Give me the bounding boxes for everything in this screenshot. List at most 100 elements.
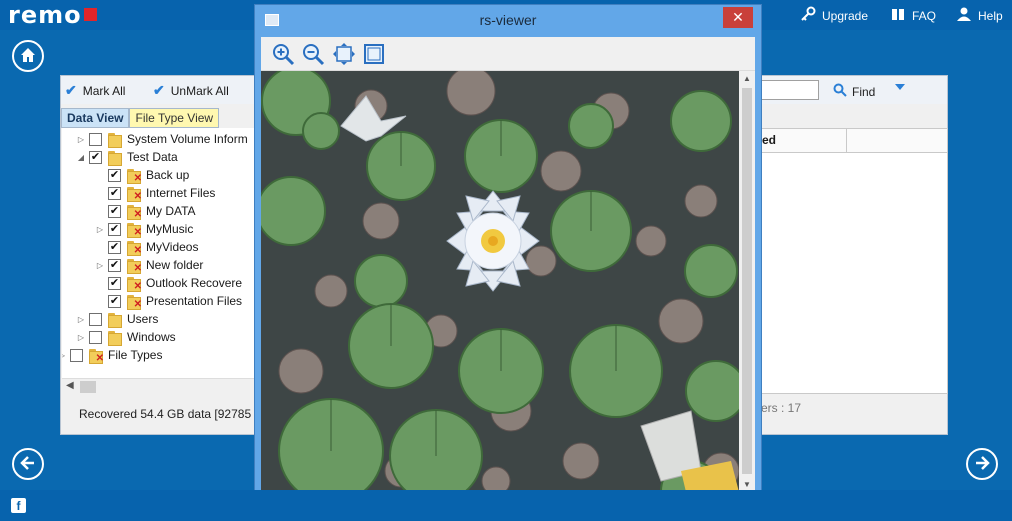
recovered-status: Recovered 54.4 GB data [92785 Fi (79, 407, 265, 421)
tree-horizontal-scrollbar[interactable]: ◀ (62, 378, 254, 394)
tree-checkbox[interactable]: ✔ (108, 204, 121, 218)
deleted-folder-icon: ✕ (125, 168, 142, 184)
tree-checkbox[interactable]: ✔ (108, 294, 121, 308)
tree-item-label: System Volume Inform (127, 132, 248, 146)
help-link[interactable]: Help (956, 6, 1003, 25)
tree-checkbox[interactable]: ✔ (108, 240, 121, 254)
tree-item-label: Presentation Files (146, 294, 243, 308)
tree-item-label: Internet Files (146, 186, 216, 200)
next-button[interactable] (966, 448, 998, 480)
arrow-right-icon (973, 454, 991, 475)
tree-checkbox[interactable]: ✔ (108, 222, 121, 236)
rs-viewer-window: rs-viewer ✕ ▲ ▼ (254, 4, 762, 515)
zoom-out-icon[interactable] (301, 42, 325, 66)
viewer-toolbar (261, 37, 755, 71)
viewer-body: ▲ ▼ ◀ ▶ (261, 37, 755, 510)
deleted-folder-icon: ✕ (125, 294, 142, 310)
upgrade-link[interactable]: Upgrade (800, 6, 868, 25)
tree-item[interactable]: ✔ ✕ My DATA (94, 202, 196, 220)
water-lily-photo (261, 71, 739, 492)
tree-item-label: Test Data (127, 150, 178, 164)
facebook-icon[interactable]: f (11, 498, 26, 513)
back-button[interactable] (12, 448, 44, 480)
tree-item[interactable]: ✔ ✕ Outlook Recovere (94, 274, 242, 292)
tree-checkbox[interactable]: ✔ (108, 168, 121, 182)
home-icon (19, 46, 37, 67)
tree-item-label: Outlook Recovere (146, 276, 243, 290)
tree-item[interactable]: ✔ ✕ Internet Files (94, 184, 215, 202)
search-icon (833, 83, 847, 100)
tree-item-label: Back up (146, 168, 190, 182)
tree-checkbox[interactable]: ✔ (108, 186, 121, 200)
tree-item[interactable]: ✔ ✕ Presentation Files (94, 292, 242, 310)
expand-arrow-icon[interactable]: ▷ (62, 351, 68, 360)
mark-all-button[interactable]: ✔ Mark All (65, 82, 125, 99)
tree-item[interactable]: ▷ ✔ ✕ MyMusic (94, 220, 193, 238)
deleted-folder-icon: ✕ (125, 222, 142, 238)
actual-size-icon[interactable] (362, 42, 386, 66)
viewer-title: rs-viewer (479, 12, 537, 28)
tree-item[interactable]: ✔ ✕ MyVideos (94, 238, 198, 256)
uncheck-icon: ✔ (153, 82, 165, 98)
tree-checkbox[interactable] (70, 348, 83, 362)
viewer-vscroll-thumb[interactable] (742, 88, 752, 474)
deleted-folder-icon: ✕ (125, 240, 142, 256)
scrollbar-thumb[interactable] (80, 381, 96, 393)
viewer-title-bar[interactable]: rs-viewer ✕ (255, 5, 761, 35)
unmark-all-button[interactable]: ✔ UnMark All (153, 82, 229, 99)
tree-item[interactable]: ▷ ✔ ✕ New folder (94, 256, 203, 274)
grid-header: ed (762, 129, 947, 153)
tree-checkbox[interactable]: ✔ (108, 258, 121, 272)
search-input[interactable] (761, 80, 819, 100)
fit-to-window-icon[interactable] (332, 42, 356, 66)
user-icon (956, 6, 972, 25)
collapse-arrow-icon[interactable]: ◢ (75, 153, 87, 162)
expand-arrow-icon[interactable]: ▷ (94, 225, 106, 234)
tree-item-label: Windows (127, 330, 176, 344)
tab-data-view[interactable]: Data View (61, 108, 130, 128)
tree-checkbox[interactable] (89, 132, 102, 146)
scroll-left-arrow-icon[interactable]: ◀ (66, 380, 74, 391)
tree-checkbox[interactable] (89, 312, 102, 326)
tree-checkbox[interactable]: ✔ (108, 276, 121, 290)
deleted-folder-icon: ✕ (125, 276, 142, 292)
deleted-folder-icon: ✕ (125, 186, 142, 202)
home-button[interactable] (12, 40, 44, 72)
close-button[interactable]: ✕ (723, 7, 753, 28)
key-icon (800, 6, 816, 25)
folder-icon (106, 330, 122, 346)
tree-item[interactable]: ▷ Users (75, 310, 158, 328)
viewer-vertical-scrollbar[interactable]: ▲ ▼ (739, 71, 755, 492)
column-header[interactable]: ed (762, 133, 776, 147)
tree-item[interactable]: ◢ ✔ Test Data (75, 148, 178, 166)
tree-item[interactable]: ▷ ✕ File Types (62, 346, 162, 364)
tab-file-type-view[interactable]: File Type View (129, 108, 220, 128)
deleted-folder-icon: ✕ (125, 258, 142, 274)
arrow-left-icon (19, 454, 37, 475)
faq-link[interactable]: FAQ (890, 6, 936, 25)
tree-item[interactable]: ▷ Windows (75, 328, 176, 346)
find-dropdown-arrow-icon[interactable] (895, 84, 905, 90)
expand-arrow-icon[interactable]: ▷ (75, 333, 87, 342)
folder-icon (106, 132, 122, 148)
tree-item-label: My DATA (146, 204, 196, 218)
find-button[interactable]: Find (833, 83, 875, 100)
scroll-up-arrow-icon[interactable]: ▲ (739, 74, 755, 83)
tree-item[interactable]: ✔ ✕ Back up (94, 166, 189, 184)
tree-item[interactable]: ▷ System Volume Inform (75, 130, 248, 148)
tree-checkbox[interactable] (89, 330, 102, 344)
expand-arrow-icon[interactable]: ▷ (75, 135, 87, 144)
expand-arrow-icon[interactable]: ▷ (94, 261, 106, 270)
remo-logo: remo (8, 2, 97, 28)
tree-checkbox[interactable]: ✔ (89, 150, 102, 164)
scroll-down-arrow-icon[interactable]: ▼ (739, 480, 755, 489)
column-separator (846, 129, 847, 153)
tree-item-label: New folder (146, 258, 204, 272)
tree-item-label: MyVideos (146, 240, 199, 254)
file-grid: ed (761, 128, 948, 394)
expand-arrow-icon[interactable]: ▷ (75, 315, 87, 324)
file-counter: ers : 17 (761, 401, 802, 415)
deleted-folder-icon: ✕ (125, 204, 142, 220)
view-tabs: Data View File Type View (61, 108, 220, 128)
zoom-in-icon[interactable] (271, 42, 295, 66)
